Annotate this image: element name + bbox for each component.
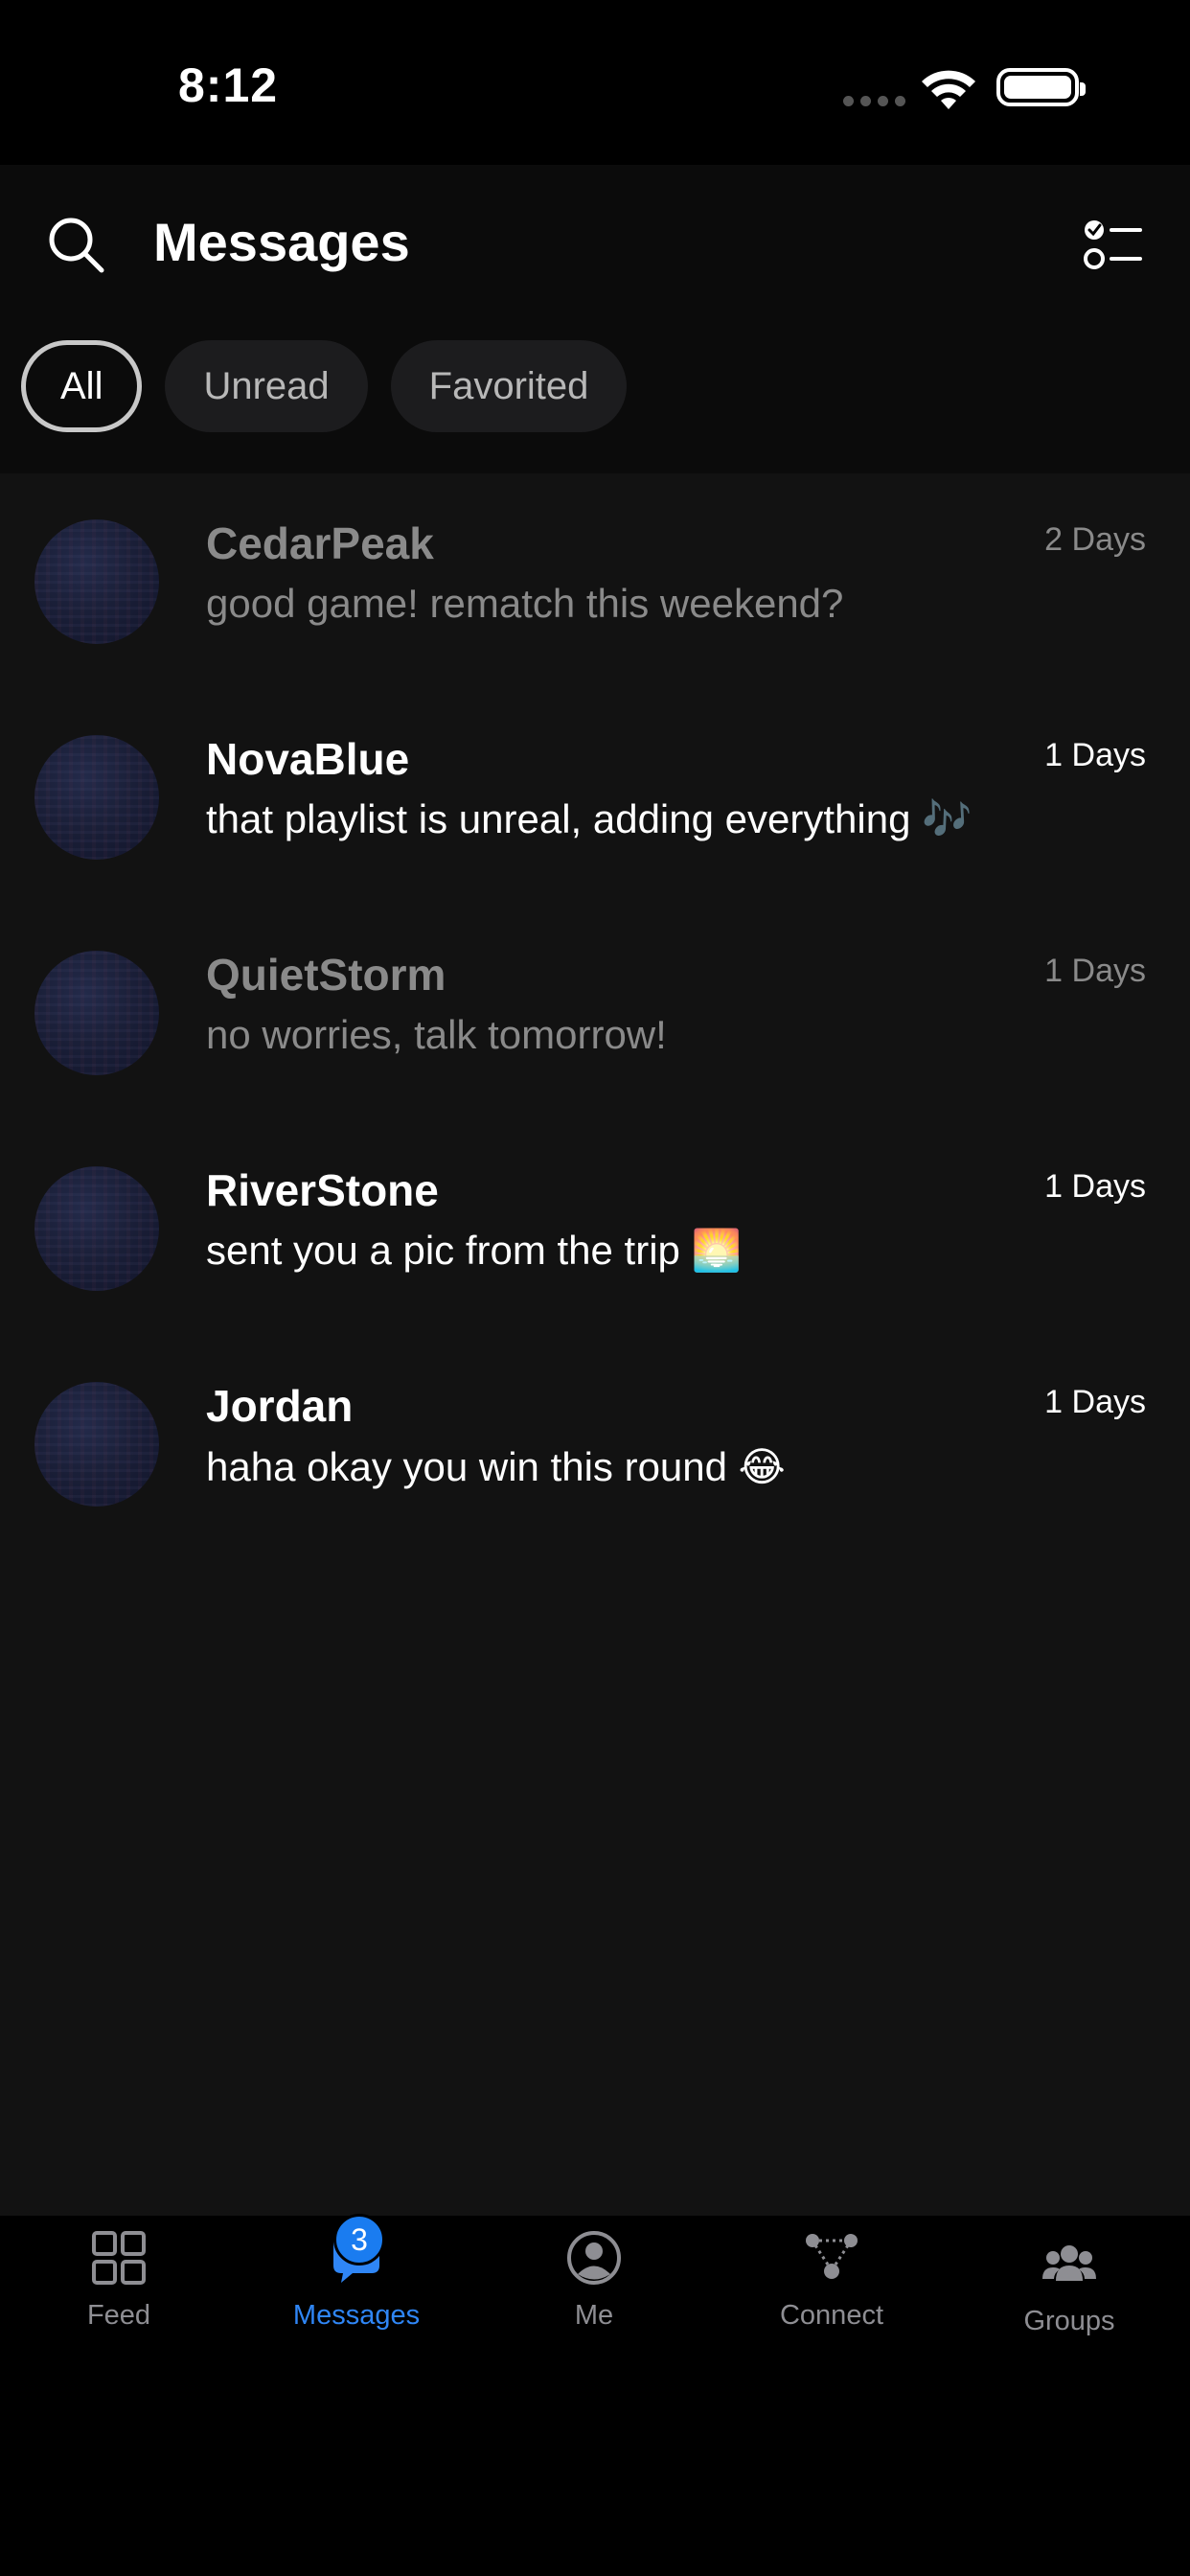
filter-all-chip[interactable]: All	[21, 340, 143, 432]
message-preview: no worries, talk tomorrow!	[206, 1012, 667, 1057]
contact-name: NovaBlue	[206, 734, 410, 784]
page-title: Messages	[153, 212, 410, 272]
filter-chips: All Unread Favorited	[21, 340, 628, 432]
contact-name: QuietStorm	[206, 950, 446, 1000]
group-icon	[1042, 2245, 1096, 2281]
filter-unread-chip[interactable]: Unread	[165, 340, 368, 432]
bottom-tab-bar: Feed 3 Messages Me Connect Groups	[0, 2214, 1190, 2576]
tab-label: Groups	[1023, 2306, 1115, 2336]
message-time: 2 Days	[1044, 521, 1146, 558]
conversation-row[interactable]: CedarPeak good game! rematch this weeken…	[0, 473, 1190, 689]
message-time: 1 Days	[1044, 1384, 1146, 1420]
status-time: 8:12	[178, 58, 279, 112]
network-icon	[806, 2234, 858, 2279]
grid-icon	[92, 2231, 146, 2285]
avatar[interactable]	[34, 735, 159, 860]
avatar[interactable]	[34, 1382, 159, 1506]
message-preview: haha okay you win this round 😂	[206, 1444, 786, 1489]
cellular-signal-icon	[843, 96, 905, 106]
tab-label: Feed	[86, 2300, 151, 2331]
contact-name: RiverStone	[206, 1165, 439, 1215]
conversation-row[interactable]: Jordan haha okay you win this round 😂 1 …	[0, 1336, 1190, 1552]
tab-label: Me	[574, 2300, 614, 2331]
tab-label: Messages	[292, 2300, 421, 2331]
avatar[interactable]	[34, 951, 159, 1075]
contact-name: Jordan	[206, 1381, 354, 1431]
contact-name: CedarPeak	[206, 518, 434, 568]
search-icon[interactable]	[46, 215, 107, 276]
status-bar: 8:12	[0, 0, 1190, 165]
profile-icon	[567, 2231, 621, 2285]
wifi-icon	[922, 70, 975, 109]
unread-count-badge: 3	[333, 2214, 385, 2266]
message-time: 1 Days	[1044, 953, 1146, 989]
conversation-row[interactable]: NovaBlue that playlist is unreal, adding…	[0, 689, 1190, 905]
battery-icon	[996, 68, 1086, 106]
messages-header: Messages All Unread Favorited	[0, 165, 1190, 473]
message-preview: good game! rematch this weekend?	[206, 581, 844, 626]
conversation-row[interactable]: QuietStorm no worries, talk tomorrow! 1 …	[0, 905, 1190, 1120]
tab-label: Connect	[779, 2300, 883, 2331]
conversation-list: CedarPeak good game! rematch this weeken…	[0, 473, 1190, 2216]
message-preview: that playlist is unreal, adding everythi…	[206, 796, 973, 841]
avatar[interactable]	[34, 1166, 159, 1291]
message-time: 1 Days	[1044, 1168, 1146, 1205]
checklist-icon[interactable]	[1083, 217, 1144, 274]
conversation-row[interactable]: RiverStone sent you a pic from the trip …	[0, 1120, 1190, 1336]
message-time: 1 Days	[1044, 737, 1146, 773]
avatar[interactable]	[34, 519, 159, 644]
message-preview: sent you a pic from the trip 🌅	[206, 1228, 742, 1273]
filter-favorited-chip[interactable]: Favorited	[390, 340, 628, 432]
